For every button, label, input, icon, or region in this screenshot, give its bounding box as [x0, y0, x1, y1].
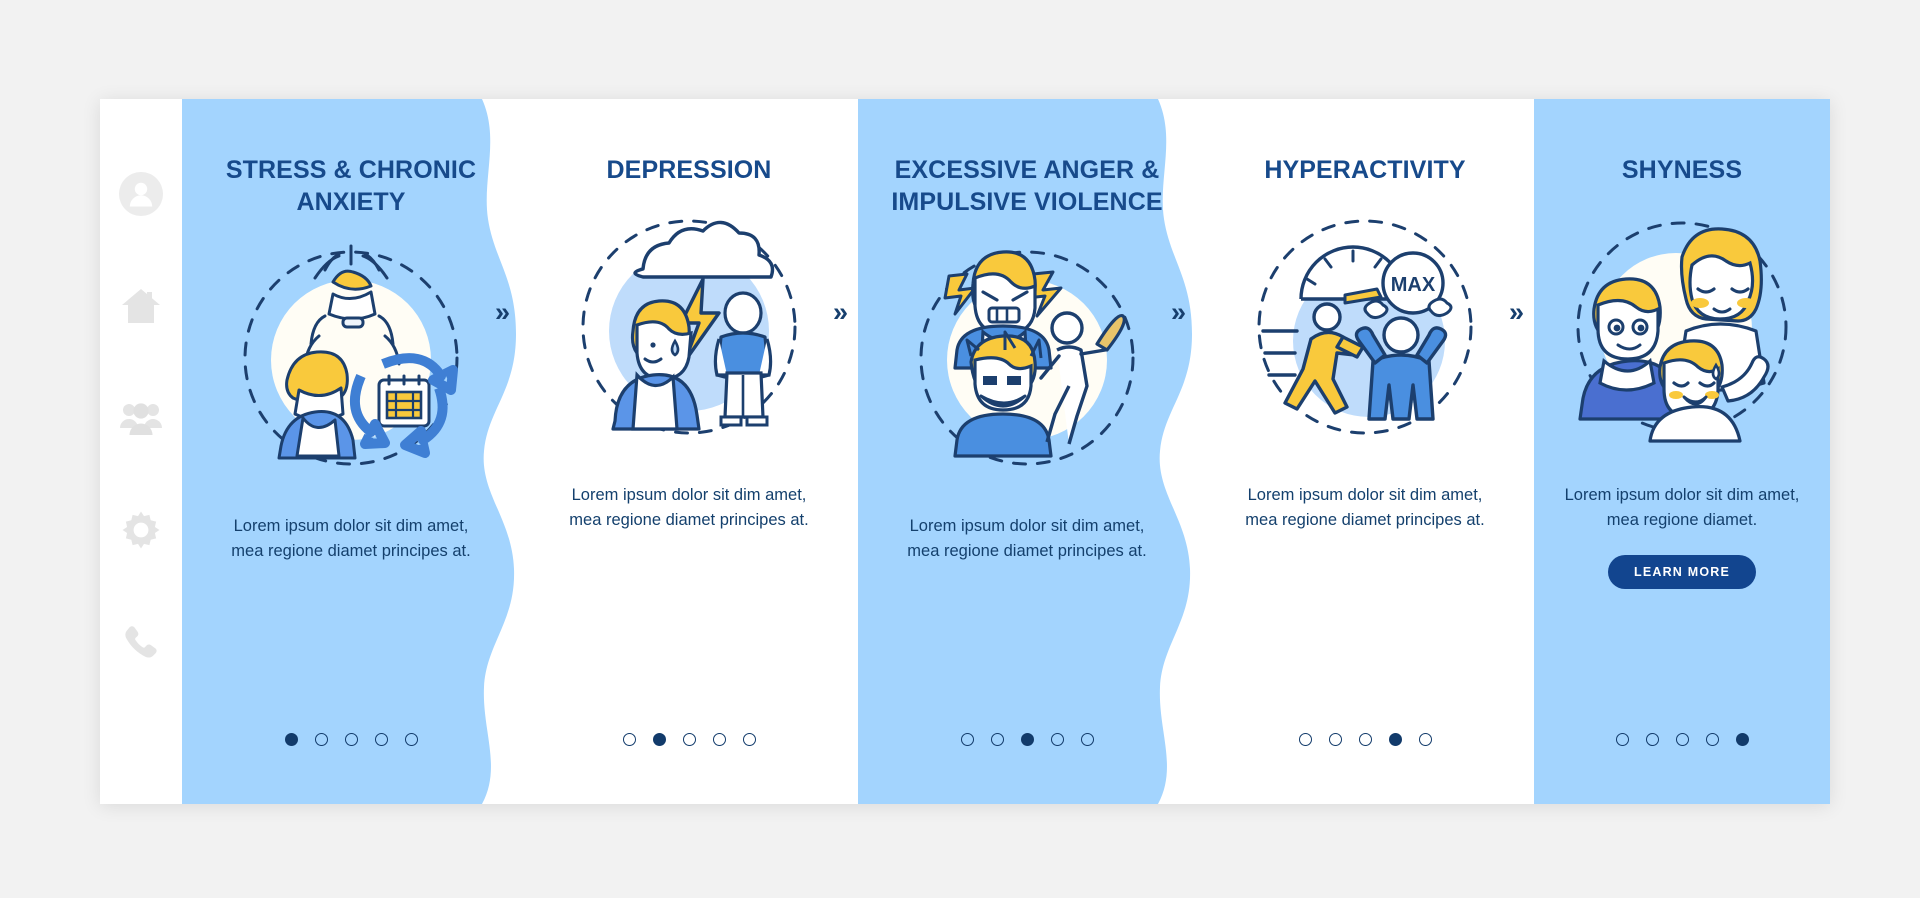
rain-cloud-sad-person-icon — [571, 209, 807, 445]
user-avatar-icon — [118, 171, 164, 217]
panel-body-text: Lorem ipsum dolor sit dim amet, mea regi… — [231, 517, 471, 561]
angry-face-lightning-bat-icon — [909, 240, 1145, 476]
stressed-person-calendar-cycle-icon — [233, 240, 469, 476]
gear-icon — [120, 509, 162, 551]
separator-chevron-4: » — [1509, 297, 1524, 327]
learn-more-button[interactable]: LEARN MORE — [1607, 554, 1757, 589]
panel-title: STRESS & CHRONIC ANXIETY — [225, 156, 477, 216]
panel-depression[interactable]: DEPRESSION Lorem ipsum dolor sit dim ame… — [520, 99, 858, 804]
panel-shyness[interactable]: SHYNESS Lorem ipsum dolor sit dim amet, … — [1534, 99, 1830, 804]
panel-carousel: STRESS & CHRONIC ANXIETY Lorem ipsum dol… — [182, 99, 1830, 804]
sidebar — [100, 99, 182, 804]
speedometer-max-running-person-icon: MAX — [1247, 209, 1483, 445]
onboarding-card: STRESS & CHRONIC ANXIETY Lorem ipsum dol… — [100, 99, 1830, 804]
separator-chevron-1: » — [495, 297, 510, 327]
sidebar-item-home[interactable] — [118, 283, 164, 329]
panel-title: HYPERACTIVITY — [1264, 156, 1466, 184]
separator-chevron-2: » — [833, 297, 848, 327]
panel-title: DEPRESSION — [606, 156, 772, 184]
panel-body-text: Lorem ipsum dolor sit dim amet, mea regi… — [1564, 485, 1800, 529]
panel-title: SHYNESS — [1621, 156, 1743, 184]
panel-body-text: Lorem ipsum dolor sit dim amet, mea regi… — [907, 517, 1147, 561]
panel-stress-chronic-anxiety[interactable]: STRESS & CHRONIC ANXIETY Lorem ipsum dol… — [182, 99, 520, 804]
shy-family-group-icon — [1564, 209, 1800, 445]
panel-body-text: Lorem ipsum dolor sit dim amet, mea regi… — [1245, 485, 1485, 529]
sidebar-item-profile[interactable] — [118, 171, 164, 217]
panel-hyperactivity[interactable]: HYPERACTIVITY MAX Lorem ipsum dolor sit … — [1196, 99, 1534, 804]
sidebar-item-contact[interactable] — [118, 619, 164, 665]
panel-body-text: Lorem ipsum dolor sit dim amet, mea regi… — [569, 485, 809, 529]
sidebar-item-community[interactable] — [118, 395, 164, 441]
panel-excessive-anger[interactable]: EXCESSIVE ANGER & IMPULSIVE VIOLENCE Lor… — [858, 99, 1196, 804]
phone-icon — [121, 622, 161, 662]
speedometer-max-label: MAX — [1391, 274, 1436, 296]
sidebar-item-settings[interactable] — [118, 507, 164, 553]
panel-title: EXCESSIVE ANGER & IMPULSIVE VIOLENCE — [891, 156, 1163, 216]
home-icon — [120, 285, 162, 327]
group-people-icon — [119, 398, 163, 438]
screen-root: STRESS & CHRONIC ANXIETY Lorem ipsum dol… — [0, 0, 1920, 898]
separator-chevron-3: » — [1171, 297, 1186, 327]
